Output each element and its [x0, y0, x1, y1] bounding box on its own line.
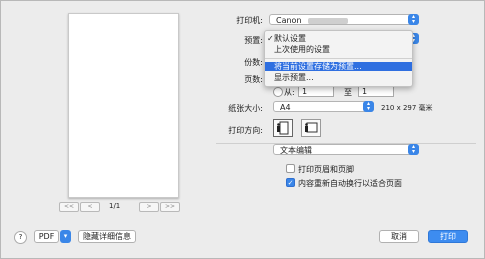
menu-item-last-used[interactable]: 上次使用的设置: [265, 45, 412, 54]
redacted-printer-name: [308, 17, 349, 24]
menu-item-label: 上次使用的设置: [274, 45, 330, 54]
section-select[interactable]: 文本编辑 ▴ ▾: [273, 144, 419, 155]
updown-arrows-icon: ▴ ▾: [363, 101, 374, 112]
print-button[interactable]: 打印: [428, 230, 468, 243]
pages-label: 页数:: [244, 75, 263, 84]
checkmark-icon: ✓: [267, 34, 274, 43]
from-label: 从:: [284, 88, 295, 97]
first-page-button[interactable]: <<: [59, 202, 79, 212]
paper-size-label: 纸张大小:: [228, 104, 263, 113]
to-page-input[interactable]: 1: [358, 86, 394, 97]
updown-arrows-icon: ▴ ▾: [408, 144, 419, 155]
landscape-orientation-button[interactable]: [301, 119, 321, 137]
rewrap-contents-checkbox[interactable]: ✓: [286, 178, 295, 187]
presets-menu: ✓ 默认设置 上次使用的设置 将当前设置存储为预置... 显示预置...: [264, 30, 413, 87]
paper-size-select[interactable]: A4 ▴ ▾: [273, 101, 374, 112]
cancel-button[interactable]: 取消: [379, 230, 419, 243]
portrait-icon: [277, 121, 289, 135]
print-dialog: << < 1/1 > >> 打印机: Canon ▴ ▾ 预置: ▴ ▾ 份数: 页…: [0, 0, 485, 259]
menu-item-save-as-preset[interactable]: 将当前设置存储为预置...: [265, 62, 412, 71]
menu-item-label: 显示预置...: [274, 73, 314, 82]
updown-arrows-icon: ▴ ▾: [408, 14, 419, 25]
section-value: 文本编辑: [280, 146, 312, 155]
prev-page-button[interactable]: <: [80, 202, 100, 212]
menu-item-label: 默认设置: [274, 34, 306, 43]
paper-dimensions: 210 x 297 毫米: [381, 104, 433, 112]
header-footer-label: 打印页眉和页脚: [298, 165, 354, 174]
printer-label: 打印机:: [236, 16, 263, 25]
landscape-icon: [305, 122, 318, 133]
page-preview: [68, 13, 179, 198]
orientation-label: 打印方向:: [228, 126, 263, 135]
chevron-down-icon: ▾: [63, 232, 68, 240]
from-page-input[interactable]: 1: [298, 86, 334, 97]
copies-label: 份数:: [244, 58, 263, 67]
menu-item-label: 将当前设置存储为预置...: [274, 62, 362, 71]
last-page-button[interactable]: >>: [160, 202, 180, 212]
presets-label: 预置:: [244, 36, 263, 45]
next-page-button[interactable]: >: [139, 202, 159, 212]
hide-details-button[interactable]: 隐藏详细信息: [78, 230, 136, 243]
printer-select[interactable]: Canon ▴ ▾: [269, 14, 419, 25]
to-label: 至: [344, 88, 352, 97]
menu-separator: [265, 58, 412, 59]
page-indicator: 1/1: [109, 202, 121, 210]
range-radio[interactable]: [273, 87, 283, 97]
portrait-orientation-button[interactable]: [273, 119, 293, 137]
help-button[interactable]: ?: [14, 231, 27, 244]
rewrap-contents-label: 内容重新自动换行以适合页面: [298, 179, 402, 188]
header-footer-checkbox[interactable]: [286, 164, 295, 173]
pdf-button[interactable]: PDF: [34, 230, 59, 243]
menu-item-default[interactable]: ✓ 默认设置: [265, 34, 412, 43]
printer-value: Canon: [276, 16, 302, 25]
pdf-menu-button[interactable]: ▾: [60, 230, 71, 243]
paper-size-value: A4: [280, 103, 291, 112]
menu-item-show-presets[interactable]: 显示预置...: [265, 73, 412, 82]
